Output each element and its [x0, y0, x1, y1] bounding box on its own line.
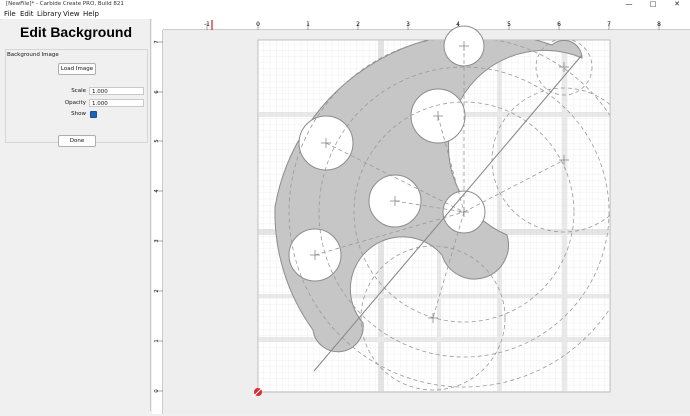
group-label: Background Image	[7, 52, 59, 58]
ruler-top-label: 7	[607, 21, 611, 28]
ruler-left-label: 3	[154, 239, 160, 243]
ruler-top-label: 3	[406, 21, 410, 28]
ruler-left-label: 7	[154, 40, 160, 44]
panel-title: Edit Background	[19, 24, 132, 40]
maximize-icon[interactable]: □	[642, 0, 664, 9]
title-bar: [NewFile]* - Carbide Create PRO, Build 8…	[0, 0, 690, 9]
ruler-left-label: 1	[154, 339, 160, 343]
ruler-left-label: 0	[154, 389, 160, 393]
scale-label: Scale	[71, 88, 86, 94]
ruler-top-label: 2	[356, 21, 360, 28]
left-ruler	[152, 30, 163, 414]
ruler-left-label: 4	[154, 189, 160, 193]
ruler-top-label: 0	[256, 21, 260, 28]
show-checkbox[interactable]	[90, 111, 97, 118]
menu-edit[interactable]: Edit	[20, 10, 34, 18]
ruler-left-label: 6	[154, 90, 160, 94]
design-canvas[interactable]: -1 0 1 2 3 4 5 6 7 8 7 6 5 4 3 2 1 0	[152, 19, 690, 414]
menu-help[interactable]: Help	[83, 10, 99, 18]
done-button[interactable]: Done	[58, 135, 96, 147]
window-title: [NewFile]* - Carbide Create PRO, Build 8…	[6, 1, 124, 7]
load-image-button[interactable]: Load Image	[58, 63, 96, 75]
ruler-top-label: -1	[204, 21, 210, 28]
minimize-icon[interactable]: —	[618, 0, 640, 9]
ruler-top-label: 8	[657, 21, 661, 28]
ruler-top-label: 6	[557, 21, 561, 28]
opacity-label: Opacity	[64, 100, 86, 106]
edit-background-panel: Edit Background Background Image Load Im…	[2, 19, 151, 411]
canvas-svg[interactable]: -1 0 1 2 3 4 5 6 7 8 7 6 5 4 3 2 1 0	[152, 19, 690, 414]
ruler-top-label: 1	[306, 21, 310, 28]
menu-view[interactable]: View	[63, 10, 80, 18]
ruler-left-label: 5	[154, 139, 160, 143]
opacity-input[interactable]: 1.000	[89, 99, 144, 107]
ruler-top-label: 5	[507, 21, 511, 28]
close-icon[interactable]: ✕	[666, 0, 688, 9]
menu-library[interactable]: Library	[37, 10, 61, 18]
ruler-left-label: 2	[154, 289, 160, 293]
menu-file[interactable]: File	[4, 10, 16, 18]
show-label: Show	[71, 111, 86, 117]
scale-input[interactable]: 1.000	[89, 87, 144, 95]
